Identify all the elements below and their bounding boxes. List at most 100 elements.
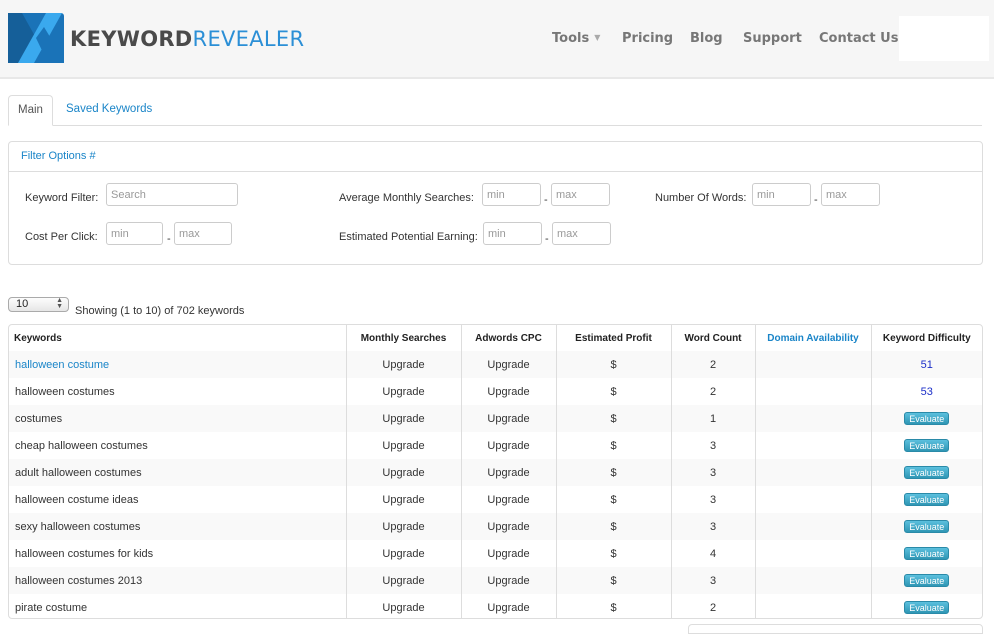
tab-main[interactable]: Main bbox=[8, 95, 53, 126]
adwords-cpc-cell: Upgrade bbox=[460, 540, 556, 567]
tabs: Main Saved Keywords bbox=[8, 95, 982, 126]
evaluate-button[interactable]: Evaluate bbox=[904, 574, 950, 587]
domain-availability-cell bbox=[754, 513, 871, 540]
filter-options-panel: Filter Options # Keyword Filter: Average… bbox=[8, 141, 983, 265]
table-row: cheap halloween costumes Upgrade Upgrade $3… bbox=[9, 432, 982, 459]
keyword-difficulty-cell: Evaluate bbox=[870, 513, 982, 540]
col-header-monthly-searches[interactable]: Monthly Searches bbox=[345, 325, 461, 351]
monthly-searches-cell: Upgrade bbox=[345, 594, 461, 618]
adwords-cpc-cell: Upgrade bbox=[460, 378, 556, 405]
domain-availability-cell bbox=[754, 378, 871, 405]
table-row: halloween costumes for kids Upgrade Upgrad… bbox=[9, 540, 982, 567]
word-count-cell: 2 bbox=[670, 378, 755, 405]
estimated-profit-cell: $ bbox=[555, 432, 671, 459]
evaluate-button[interactable]: Evaluate bbox=[904, 466, 950, 479]
evaluate-button[interactable]: Evaluate bbox=[904, 493, 950, 506]
range-separator: - bbox=[167, 233, 171, 245]
word-count-cell: 4 bbox=[670, 540, 755, 567]
word-count-cell: 3 bbox=[670, 567, 755, 594]
estimated-profit-cell: $ bbox=[555, 405, 671, 432]
evaluate-button[interactable]: Evaluate bbox=[904, 412, 950, 425]
nav-contact-us[interactable]: Contact Us bbox=[819, 31, 898, 46]
word-count-cell: 3 bbox=[670, 459, 755, 486]
domain-availability-cell bbox=[754, 486, 871, 513]
keyword-difficulty-cell: Evaluate bbox=[870, 459, 982, 486]
keyword-difficulty-cell: Evaluate bbox=[870, 594, 982, 618]
estimated-profit-cell: $ bbox=[555, 513, 671, 540]
keyword-cell: halloween costume ideas bbox=[15, 493, 139, 506]
page-length-select[interactable]: 10 ▲ ▼ bbox=[8, 297, 69, 312]
keyword-difficulty-value[interactable]: 53 bbox=[921, 386, 933, 398]
nav-tools-label: Tools bbox=[552, 31, 590, 46]
keyword-cell: costumes bbox=[9, 405, 346, 432]
estimated-profit-cell: $ bbox=[555, 567, 671, 594]
monthly-searches-cell: Upgrade bbox=[345, 459, 461, 486]
keyword-difficulty-cell: 51 bbox=[870, 351, 982, 378]
table-row: costumes Upgrade Upgrade $1 Evaluate bbox=[9, 405, 982, 432]
col-header-keyword-difficulty[interactable]: Keyword Difficulty bbox=[870, 325, 982, 351]
brand-name[interactable]: KEYWORDREVEALER bbox=[70, 27, 304, 51]
estimated-profit-cell: $ bbox=[555, 378, 671, 405]
number-of-words-min-input[interactable] bbox=[752, 183, 811, 206]
domain-availability-cell bbox=[754, 351, 871, 378]
est-potential-earning-label: Estimated Potential Earning: bbox=[339, 231, 478, 243]
monthly-searches-cell: Upgrade bbox=[345, 513, 461, 540]
nav-pricing[interactable]: Pricing bbox=[622, 31, 673, 46]
nav-tools[interactable]: Tools ▼ bbox=[552, 31, 600, 46]
estimated-profit-cell: $ bbox=[555, 486, 671, 513]
brand-name-light: REVEALER bbox=[192, 27, 305, 51]
evaluate-button[interactable]: Evaluate bbox=[904, 439, 950, 452]
filter-options-toggle[interactable]: Filter Options # bbox=[9, 142, 982, 172]
table-info: Showing (1 to 10) of 702 keywords bbox=[75, 305, 245, 317]
keyword-cell: halloween costumes 2013 bbox=[9, 567, 346, 594]
tab-saved-keywords[interactable]: Saved Keywords bbox=[56, 95, 162, 126]
keyword-difficulty-value[interactable]: 51 bbox=[921, 359, 933, 371]
word-count-cell: 3 bbox=[670, 486, 755, 513]
col-header-estimated-profit[interactable]: Estimated Profit bbox=[555, 325, 671, 351]
monthly-searches-cell: Upgrade bbox=[345, 378, 461, 405]
table-header-row: Keywords Monthly Searches Adwords CPC Es… bbox=[9, 325, 982, 351]
col-header-keywords[interactable]: Keywords bbox=[9, 325, 346, 351]
adwords-cpc-cell: Upgrade bbox=[460, 351, 556, 378]
pagination[interactable] bbox=[688, 624, 983, 634]
domain-availability-cell bbox=[754, 567, 871, 594]
keyword-filter-input[interactable] bbox=[106, 183, 238, 206]
avg-monthly-searches-min-input[interactable] bbox=[482, 183, 541, 206]
nav-blog[interactable]: Blog bbox=[690, 31, 723, 46]
keyword-difficulty-cell: Evaluate bbox=[870, 540, 982, 567]
number-of-words-max-input[interactable] bbox=[821, 183, 880, 206]
estimated-profit-cell: $ bbox=[555, 594, 671, 618]
domain-availability-cell bbox=[754, 459, 871, 486]
est-potential-earning-max-input[interactable] bbox=[552, 222, 611, 245]
col-header-domain-availability[interactable]: Domain Availability bbox=[754, 325, 871, 351]
adwords-cpc-cell: Upgrade bbox=[460, 432, 556, 459]
monthly-searches-cell: Upgrade bbox=[345, 405, 461, 432]
cost-per-click-max-input[interactable] bbox=[174, 222, 232, 245]
keyword-cell: halloween costumes bbox=[15, 385, 115, 398]
adwords-cpc-cell: Upgrade bbox=[460, 405, 556, 432]
evaluate-button[interactable]: Evaluate bbox=[904, 601, 950, 614]
monthly-searches-cell: Upgrade bbox=[345, 567, 461, 594]
table-row: halloween costumes 2013 Upgrade Upgrade $3 E… bbox=[9, 567, 982, 594]
keyword-cell[interactable]: halloween costume bbox=[9, 351, 346, 378]
adwords-cpc-cell: Upgrade bbox=[460, 513, 556, 540]
cost-per-click-label: Cost Per Click: bbox=[25, 231, 98, 243]
table-row: adult halloween costumes Upgrade Upgrade $3… bbox=[9, 459, 982, 486]
col-header-adwords-cpc[interactable]: Adwords CPC bbox=[460, 325, 556, 351]
nav-support[interactable]: Support bbox=[743, 31, 802, 46]
keyword-difficulty-cell: Evaluate bbox=[870, 432, 982, 459]
est-potential-earning-min-input[interactable] bbox=[483, 222, 542, 245]
nav-account-area bbox=[899, 16, 989, 61]
keyword-revealer-logo-icon[interactable] bbox=[8, 13, 64, 63]
domain-availability-cell bbox=[754, 540, 871, 567]
range-separator: - bbox=[545, 233, 549, 245]
col-header-word-count[interactable]: Word Count bbox=[670, 325, 755, 351]
monthly-searches-cell: Upgrade bbox=[345, 540, 461, 567]
monthly-searches-cell: Upgrade bbox=[345, 486, 461, 513]
cost-per-click-min-input[interactable] bbox=[106, 222, 163, 245]
evaluate-button[interactable]: Evaluate bbox=[904, 520, 950, 533]
avg-monthly-searches-max-input[interactable] bbox=[551, 183, 610, 206]
keyword-difficulty-cell: Evaluate bbox=[870, 567, 982, 594]
evaluate-button[interactable]: Evaluate bbox=[904, 547, 950, 560]
range-separator: - bbox=[814, 194, 818, 206]
